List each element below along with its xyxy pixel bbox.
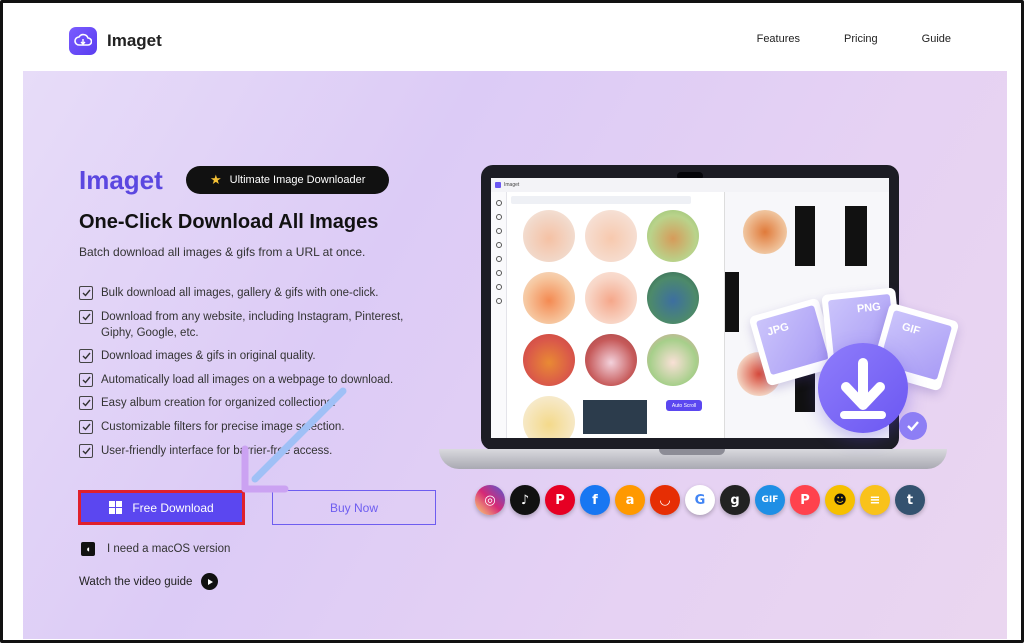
sidebar-icon <box>495 298 502 304</box>
amazon-icon: a <box>615 485 645 515</box>
hero-brand: Imaget <box>79 165 163 195</box>
sidebar-icon <box>495 284 502 290</box>
app-titlebar: Imaget <box>491 178 889 192</box>
sidebar-icon <box>495 256 502 262</box>
laptop-base-notch <box>659 449 725 455</box>
play-icon <box>201 573 219 590</box>
top-navbar: Imaget Features Pricing Guide <box>23 11 1007 71</box>
image-thumbnail <box>647 272 699 324</box>
aliexpress-icon: ◡ <box>650 485 680 515</box>
windows-icon <box>109 501 123 514</box>
image-thumbnail <box>585 272 637 324</box>
image-thumbnail <box>725 272 739 332</box>
feature-text: Bulk download all images, gallery & gifs… <box>101 287 379 299</box>
png-label: PNG <box>856 300 882 316</box>
star-icon: ★ <box>210 172 222 187</box>
checkbox-icon <box>79 419 93 434</box>
image-thumbnail <box>523 210 575 262</box>
nav-link-features[interactable]: Features <box>757 33 800 45</box>
macos-version-link[interactable]: ◖ I need a macOS version <box>81 542 230 556</box>
free-download-button[interactable]: Free Download <box>78 490 245 525</box>
image-thumbnail <box>647 334 699 386</box>
app-sidebar <box>491 192 507 438</box>
image-thumbnail <box>523 272 575 324</box>
page-frame: Imaget Features Pricing Guide Imaget ★ U… <box>0 0 1024 643</box>
goodreads-icon: g <box>720 485 750 515</box>
nav-link-guide[interactable]: Guide <box>922 33 951 45</box>
app-logo-icon <box>495 182 501 188</box>
image-thumbnail <box>523 334 575 386</box>
pinterest-icon: P <box>545 485 575 515</box>
url-bar <box>511 196 691 204</box>
logo[interactable]: Imaget <box>69 27 162 55</box>
image-thumbnail <box>647 210 699 262</box>
tumblr-icon: t <box>895 485 925 515</box>
video-guide-link[interactable]: Watch the video guide <box>79 573 219 590</box>
badge-label: Ultimate Image Downloader <box>229 174 366 186</box>
grindr-icon: ☻ <box>825 485 855 515</box>
image-thumbnail <box>795 206 815 266</box>
tiktok-icon: ♪ <box>510 485 540 515</box>
sidebar-icon <box>495 200 502 206</box>
supported-sites-row: ◎ ♪ P f a ◡ G g GIF P ☻ ≡ t <box>475 485 925 515</box>
macos-version-label: I need a macOS version <box>107 543 231 555</box>
apple-icon: ◖ <box>81 542 95 556</box>
facebook-icon: f <box>580 485 610 515</box>
nav-link-pricing[interactable]: Pricing <box>844 33 878 45</box>
product-badge: ★ Ultimate Image Downloader <box>186 166 390 194</box>
page-subtitle: Batch download all images & gifs from a … <box>79 245 366 259</box>
page-title: One-Click Download All Images <box>79 211 379 233</box>
checkbox-icon <box>79 396 93 411</box>
video-guide-label: Watch the video guide <box>79 575 193 588</box>
logo-text: Imaget <box>107 31 162 50</box>
checkbox-icon <box>79 372 93 387</box>
giphy-icon: GIF <box>755 485 785 515</box>
patreon-icon: P <box>790 485 820 515</box>
bumble-icon: ≡ <box>860 485 890 515</box>
checkmark-icon <box>899 412 927 440</box>
sidebar-icon <box>495 270 502 276</box>
checkbox-icon <box>79 286 93 300</box>
cloud-logo-icon <box>69 27 97 55</box>
sidebar-icon <box>495 214 502 220</box>
checkbox-icon <box>79 349 93 364</box>
image-thumbnail <box>743 210 787 254</box>
nav-links: Features Pricing Guide <box>757 33 951 45</box>
checkbox-icon <box>79 443 93 458</box>
list-item: Bulk download all images, gallery & gifs… <box>79 285 429 301</box>
instagram-icon: ◎ <box>475 485 505 515</box>
pointer-arrow-icon <box>241 387 347 493</box>
sidebar-icon <box>495 242 502 248</box>
image-thumbnail <box>845 206 867 266</box>
auto-scroll-button[interactable]: Auto Scroll <box>666 400 702 411</box>
download-arrow-icon <box>840 358 886 419</box>
image-thumbnail <box>585 210 637 262</box>
image-thumbnail <box>583 400 647 434</box>
laptop-base <box>439 449 947 469</box>
image-thumbnail <box>523 396 575 438</box>
google-icon: G <box>685 485 715 515</box>
free-download-label: Free Download <box>132 500 214 515</box>
image-thumbnail <box>585 334 637 386</box>
app-title: Imaget <box>504 182 520 188</box>
checkbox-icon <box>79 309 93 324</box>
download-circle <box>818 343 908 433</box>
sidebar-icon <box>495 228 502 234</box>
